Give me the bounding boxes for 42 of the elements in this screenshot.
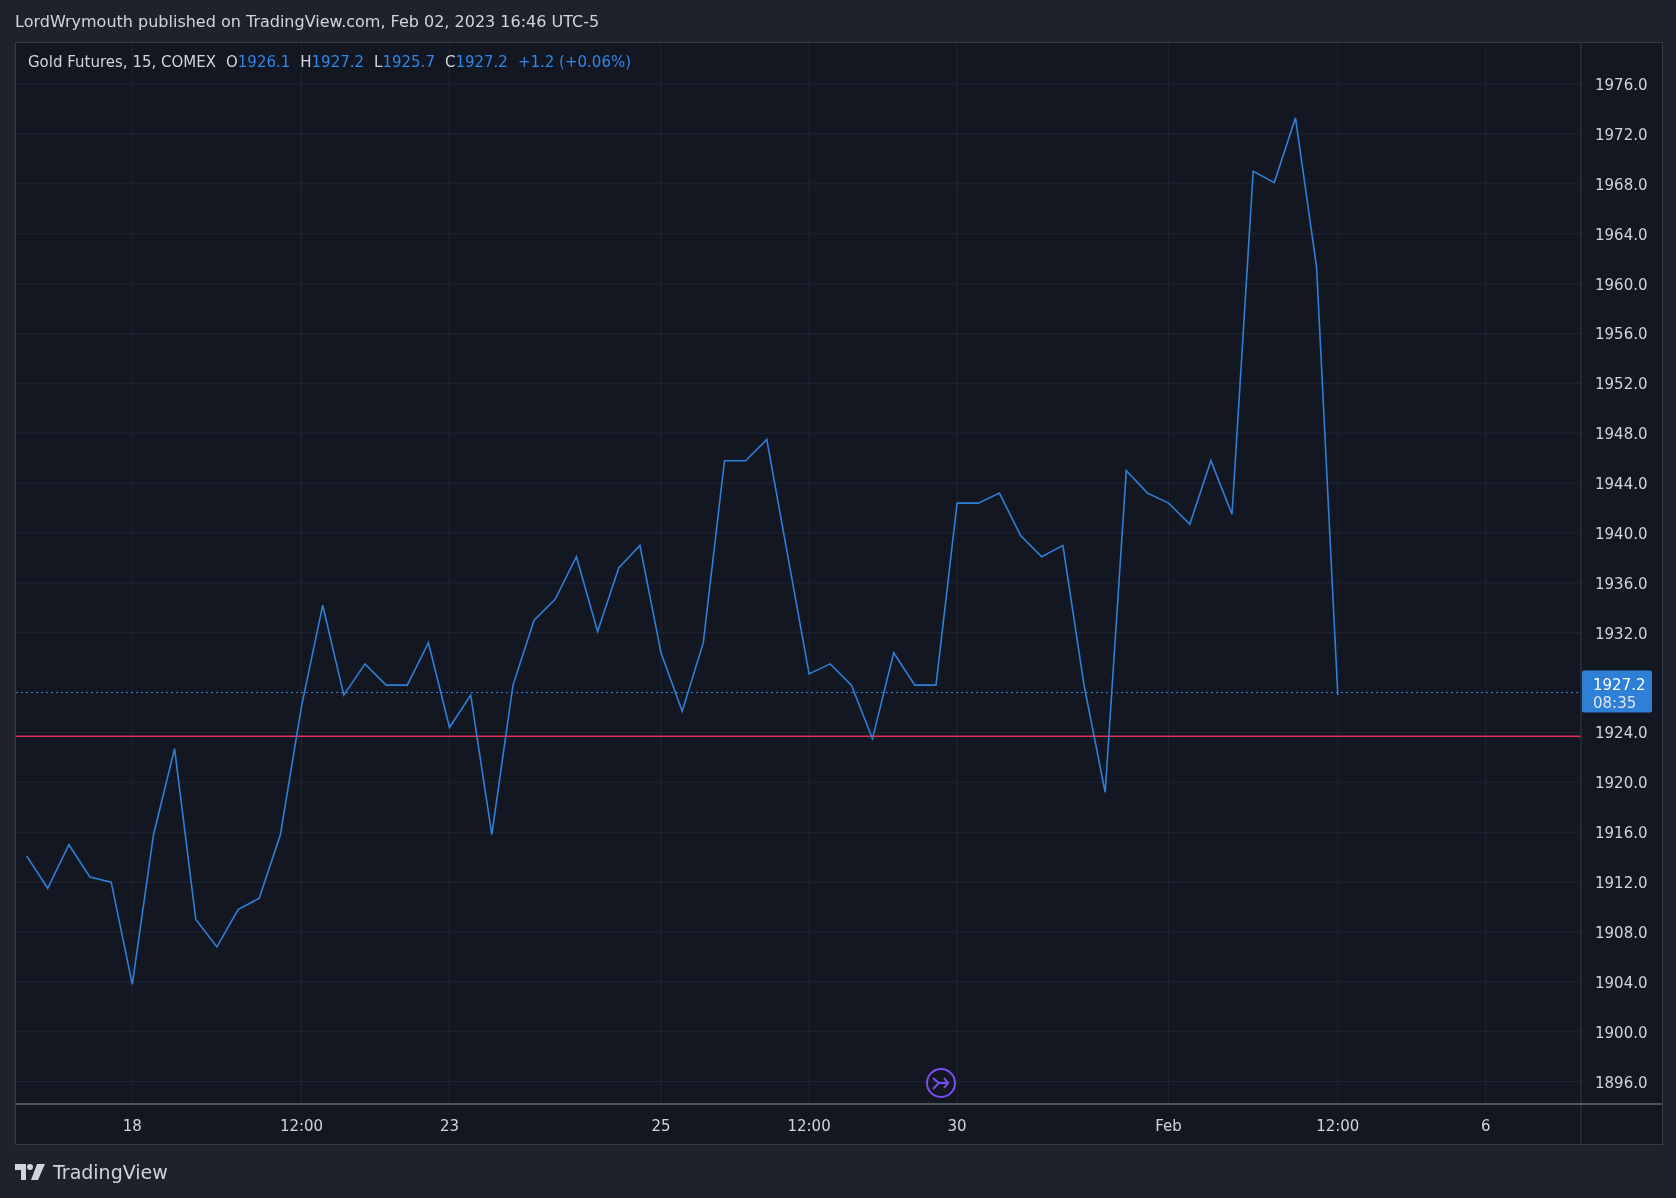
ohlc-value: L1925.7 (374, 53, 435, 71)
price-axis-label: 1900.0 (1595, 1023, 1648, 1042)
price-axis-label: 1944.0 (1595, 475, 1648, 494)
price-axis-label: 1948.0 (1595, 425, 1648, 444)
time-axis-label: 30 (947, 1117, 967, 1135)
symbol-title: Gold Futures, 15, COMEX (28, 53, 216, 71)
replay-icon[interactable] (926, 1068, 956, 1098)
price-tag (1582, 670, 1652, 713)
price-tag-countdown: 08:35 (1593, 693, 1637, 712)
price-axis-label: 1932.0 (1595, 624, 1648, 643)
price-axis-label: 1956.0 (1595, 325, 1648, 344)
price-tag-value: 1927.2 (1593, 675, 1646, 694)
price-axis-label: 1908.0 (1595, 923, 1648, 942)
price-axis-label: 1916.0 (1595, 824, 1648, 843)
ohlc-value: H1927.2 (300, 53, 365, 71)
price-axis-label: 1936.0 (1595, 574, 1648, 593)
time-axis-label: Feb (1155, 1117, 1182, 1135)
time-axis-label: 12:00 (1316, 1117, 1360, 1135)
time-axis-label: 25 (651, 1117, 671, 1135)
logo-icon (15, 1163, 45, 1180)
brand-name: TradingView (53, 1160, 168, 1183)
price-axis-label: 1940.0 (1595, 525, 1648, 543)
time-axis-label: 12:00 (279, 1117, 324, 1135)
price-axis-label: 1960.0 (1595, 275, 1648, 294)
price-axis-label: 1976.0 (1595, 76, 1648, 95)
time-axis-label: 6 (1481, 1117, 1491, 1135)
publisher-caption: LordWrymouth published on TradingView.com, Feb 02, 2023 16:46 UTC-5 (15, 11, 600, 31)
time-axis-label: 18 (122, 1117, 142, 1135)
price-axis-label: 1912.0 (1595, 874, 1648, 893)
price-axis-label: 1904.0 (1595, 973, 1648, 992)
ohlc-value: C1927.2 (444, 53, 508, 71)
price-axis-label: 1896.0 (1595, 1073, 1648, 1092)
price-change: +1.2 (+0.06%) (517, 53, 632, 71)
price-axis-label: 1920.0 (1595, 774, 1648, 793)
price-axis-label: 1952.0 (1595, 375, 1648, 394)
price-axis-label: 1964.0 (1595, 225, 1648, 244)
price-axis-label: 1924.0 (1595, 724, 1648, 743)
time-axis-label: 12:00 (787, 1117, 831, 1135)
price-axis-label: 1972.0 (1595, 126, 1648, 144)
time-axis-label: 23 (440, 1117, 460, 1135)
ohlc-value: O1926.1 (226, 53, 291, 71)
price-axis-label: 1968.0 (1595, 175, 1648, 194)
